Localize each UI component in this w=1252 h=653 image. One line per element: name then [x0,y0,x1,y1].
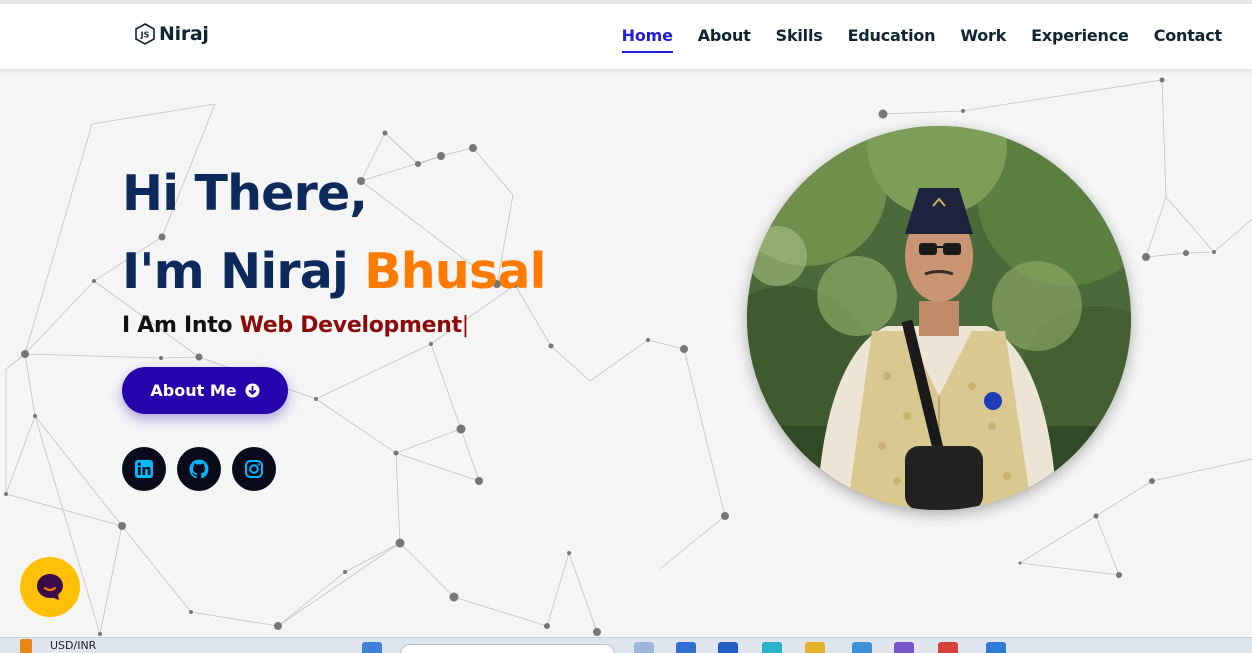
brand-logo[interactable]: JS Niraj [134,22,209,46]
typing-cursor: | [461,313,469,338]
task-view-icon[interactable] [634,642,654,653]
main-nav: Home About Skills Education Work Experie… [621,26,1223,53]
hero-heading: Hi There, I'm Niraj Bhusal [122,155,546,311]
taskbar-search-box[interactable] [400,644,615,653]
nav-about[interactable]: About [698,26,751,53]
app-icon-2[interactable] [894,642,914,653]
nav-contact[interactable]: Contact [1154,26,1223,53]
instagram-icon [245,460,263,478]
chat-widget-button[interactable] [20,557,80,617]
about-me-label: About Me [150,381,237,400]
linkedin-icon [135,460,153,478]
instagram-link[interactable] [232,447,276,491]
github-link[interactable] [177,447,221,491]
chat-bubble-icon [37,574,63,600]
navbar: JS Niraj Home About Skills Education Wor… [0,4,1252,69]
vscode-icon[interactable] [852,642,872,653]
hero-name-accent: Bhusal [364,243,546,300]
ticker-label: USD/INR [50,639,97,652]
os-taskbar: USD/INR [0,637,1252,653]
nav-work[interactable]: Work [960,26,1006,53]
store-icon[interactable] [718,642,738,653]
about-me-button[interactable]: About Me [122,367,288,414]
hero-subtitle: I Am Into Web Development| [122,313,469,338]
stock-widget-icon[interactable] [20,639,32,653]
hero-greeting: Hi There, [122,165,368,222]
chrome-icon[interactable] [938,642,958,653]
github-icon [189,459,209,479]
brand-name: Niraj [159,23,209,45]
svg-text:JS: JS [140,31,150,40]
profile-photo-illustration [747,126,1131,510]
edge-browser-icon[interactable] [676,642,696,653]
app-icon-3[interactable] [986,642,1006,653]
nav-home[interactable]: Home [621,26,673,53]
linkedin-link[interactable] [122,447,166,491]
app-icon[interactable] [762,642,782,653]
subtitle-prefix: I Am Into [122,313,240,338]
file-explorer-icon[interactable] [805,642,825,653]
nav-education[interactable]: Education [848,26,936,53]
nav-skills[interactable]: Skills [776,26,823,53]
start-menu-icon[interactable] [362,642,382,653]
profile-photo [747,126,1131,510]
nav-experience[interactable]: Experience [1031,26,1129,53]
arrow-circle-down-icon [245,383,260,398]
js-hexagon-icon: JS [135,23,155,45]
social-links [122,447,276,491]
typed-role: Web Development [239,313,462,338]
hero-name-prefix: I'm Niraj [122,243,365,300]
